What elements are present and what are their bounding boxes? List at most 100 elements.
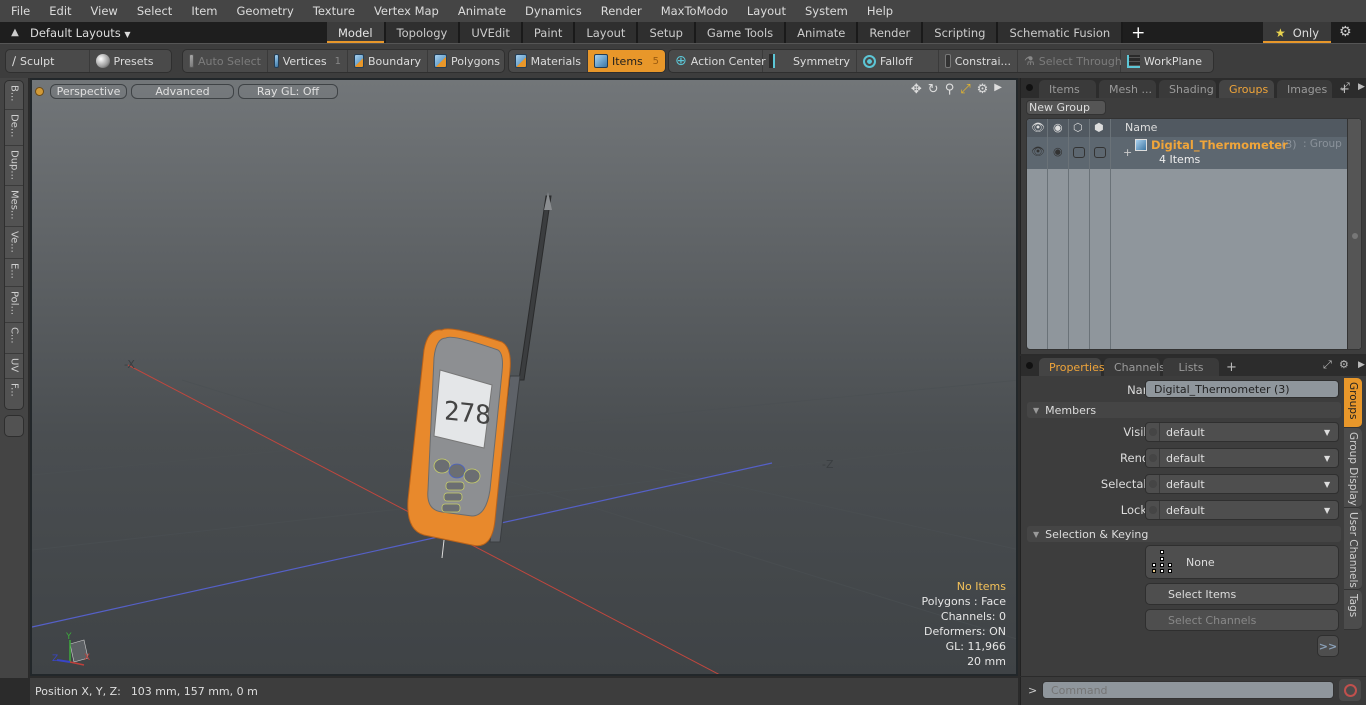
side-tab-groups[interactable]: Groups bbox=[1344, 378, 1362, 428]
left-tab-uv[interactable]: UV bbox=[5, 354, 23, 379]
tab-items[interactable]: Items bbox=[1039, 80, 1096, 98]
expand-plus-icon[interactable]: + bbox=[1123, 146, 1132, 159]
gear-icon[interactable]: ⚙ bbox=[1339, 24, 1352, 40]
tab-properties[interactable]: Properties bbox=[1039, 358, 1105, 376]
keying-none-button[interactable]: None bbox=[1145, 545, 1339, 579]
lock-cube-icon[interactable]: ⬢ bbox=[1094, 121, 1104, 134]
boundary-button[interactable]: Boundary bbox=[348, 50, 428, 72]
viewport-settings-icon[interactable]: ⚙ bbox=[977, 82, 989, 97]
visible-key-icon[interactable] bbox=[1146, 423, 1160, 441]
row-selectable-toggle[interactable] bbox=[1073, 147, 1085, 158]
left-tab-mesh-edit[interactable]: Mes... bbox=[5, 186, 23, 227]
name-column-header[interactable]: Name bbox=[1125, 121, 1157, 134]
locked-key-icon[interactable] bbox=[1146, 501, 1160, 519]
left-tab-vertex[interactable]: Ve... bbox=[5, 227, 23, 259]
tab-topology[interactable]: Topology bbox=[385, 22, 461, 43]
sculpt-button[interactable]: ∕ Sculpt bbox=[6, 50, 90, 72]
left-extra-tab[interactable] bbox=[4, 415, 24, 437]
selection-keying-section-header[interactable]: ▼ Selection & Keying bbox=[1027, 526, 1341, 542]
rotate-icon[interactable]: ↻ bbox=[928, 82, 939, 97]
left-tab-deform[interactable]: De... bbox=[5, 110, 23, 146]
tab-mesh[interactable]: Mesh ... bbox=[1099, 80, 1156, 98]
panel-menu-dot[interactable] bbox=[1026, 84, 1033, 91]
items-button[interactable]: Items 5 bbox=[588, 50, 665, 72]
menu-geometry[interactable]: Geometry bbox=[226, 4, 302, 18]
selectable-dropdown[interactable]: default ▼ bbox=[1145, 474, 1339, 494]
select-channels-button[interactable]: Select Channels bbox=[1145, 609, 1339, 631]
vertices-button[interactable]: Vertices 1 bbox=[268, 50, 348, 72]
tab-images[interactable]: Images bbox=[1277, 80, 1332, 98]
record-macro-button[interactable] bbox=[1339, 679, 1361, 701]
properties-gear-icon[interactable]: ⚙ bbox=[1339, 358, 1349, 371]
tab-scripting[interactable]: Scripting bbox=[923, 22, 999, 43]
tab-paint[interactable]: Paint bbox=[522, 22, 576, 43]
menu-vertex-map[interactable]: Vertex Map bbox=[363, 4, 447, 18]
workplane-button[interactable]: WorkPlane bbox=[1121, 50, 1211, 72]
side-tab-tags[interactable]: Tags bbox=[1344, 590, 1362, 630]
render-dropdown[interactable]: default ▼ bbox=[1145, 448, 1339, 468]
collapse-up-icon[interactable]: ▲ bbox=[0, 27, 30, 38]
command-input[interactable] bbox=[1042, 681, 1334, 699]
presets-button[interactable]: Presets bbox=[90, 50, 172, 72]
left-tab-duplicate[interactable]: Dup... bbox=[5, 146, 23, 186]
symmetry-button[interactable]: Symmetry bbox=[763, 50, 857, 72]
menu-select[interactable]: Select bbox=[126, 4, 180, 18]
tab-shading[interactable]: Shading bbox=[1159, 80, 1216, 98]
menu-animate[interactable]: Animate bbox=[447, 4, 514, 18]
tab-render[interactable]: Render bbox=[858, 22, 924, 43]
tab-layout[interactable]: Layout bbox=[575, 22, 639, 43]
raygl-button[interactable]: Ray GL: Off bbox=[238, 83, 338, 99]
zoom-icon[interactable]: ⚲ bbox=[945, 82, 955, 97]
menu-system[interactable]: System bbox=[794, 4, 856, 18]
only-button[interactable]: ★ Only bbox=[1263, 22, 1331, 43]
menu-file[interactable]: File bbox=[0, 4, 38, 18]
visible-dropdown[interactable]: default ▼ bbox=[1145, 422, 1339, 442]
left-tab-polygon[interactable]: Pol... bbox=[5, 287, 23, 323]
group-row[interactable]: 👁 ◉ + Digital_Thermometer (3) : Group 4 … bbox=[1027, 137, 1349, 169]
more-button[interactable]: >> bbox=[1317, 635, 1339, 657]
menu-view[interactable]: View bbox=[80, 4, 126, 18]
left-tab-fusion[interactable]: F... bbox=[5, 379, 23, 409]
left-tab-edge[interactable]: E... bbox=[5, 259, 23, 287]
members-section-header[interactable]: ▼ Members bbox=[1027, 402, 1341, 418]
name-input[interactable] bbox=[1145, 380, 1339, 398]
side-tab-user-channels[interactable]: User Channels bbox=[1344, 508, 1362, 590]
default-layouts-dropdown[interactable]: Default Layouts ▼ bbox=[30, 26, 131, 40]
menu-maxtomodo[interactable]: MaxToModo bbox=[650, 4, 736, 18]
tab-lists[interactable]: Lists bbox=[1163, 358, 1219, 376]
groups-scrollbar[interactable] bbox=[1347, 119, 1361, 349]
viewport-status-dot[interactable] bbox=[36, 87, 43, 95]
pan-icon[interactable]: ✥ bbox=[911, 82, 922, 97]
polygons-button[interactable]: Polygons bbox=[428, 50, 504, 72]
constraints-button[interactable]: Constrai... bbox=[939, 50, 1018, 72]
fit-icon[interactable]: ⤢ bbox=[960, 82, 970, 97]
auto-select-button[interactable]: Auto Select bbox=[183, 50, 268, 72]
menu-help[interactable]: Help bbox=[856, 4, 901, 18]
scroll-handle[interactable] bbox=[1352, 233, 1358, 239]
visibility-eye-icon[interactable]: 👁 bbox=[1031, 121, 1045, 134]
add-properties-tab-button[interactable]: + bbox=[1222, 358, 1241, 376]
action-center-button[interactable]: ⊕ Action Center bbox=[669, 50, 766, 72]
side-tab-group-display[interactable]: Group Display bbox=[1344, 428, 1362, 508]
selectable-key-icon[interactable] bbox=[1146, 475, 1160, 493]
menu-dynamics[interactable]: Dynamics bbox=[514, 4, 590, 18]
row-lock-toggle[interactable] bbox=[1094, 147, 1106, 158]
3d-viewport[interactable]: -X -Z 278 Y X Z Perspective Advanced Ray… bbox=[30, 78, 1018, 676]
menu-render[interactable]: Render bbox=[590, 4, 650, 18]
render-key-icon[interactable] bbox=[1146, 449, 1160, 467]
add-tab-button[interactable]: + bbox=[1123, 22, 1153, 43]
tab-schematic-fusion[interactable]: Schematic Fusion bbox=[998, 22, 1124, 43]
tab-game-tools[interactable]: Game Tools bbox=[695, 22, 787, 43]
tab-model[interactable]: Model bbox=[327, 22, 386, 43]
tab-setup[interactable]: Setup bbox=[638, 22, 696, 43]
falloff-button[interactable]: Falloff bbox=[857, 50, 939, 72]
expand-arrow-icon[interactable]: ▶ bbox=[994, 82, 1002, 97]
menu-texture[interactable]: Texture bbox=[302, 4, 363, 18]
perspective-button[interactable]: Perspective bbox=[50, 83, 127, 99]
row-eye-icon[interactable]: 👁 bbox=[1031, 145, 1045, 158]
tab-groups[interactable]: Groups bbox=[1219, 80, 1274, 98]
menu-layout[interactable]: Layout bbox=[736, 4, 794, 18]
locked-dropdown[interactable]: default ▼ bbox=[1145, 500, 1339, 520]
menu-item[interactable]: Item bbox=[180, 4, 225, 18]
left-tab-curve[interactable]: C... bbox=[5, 323, 23, 354]
